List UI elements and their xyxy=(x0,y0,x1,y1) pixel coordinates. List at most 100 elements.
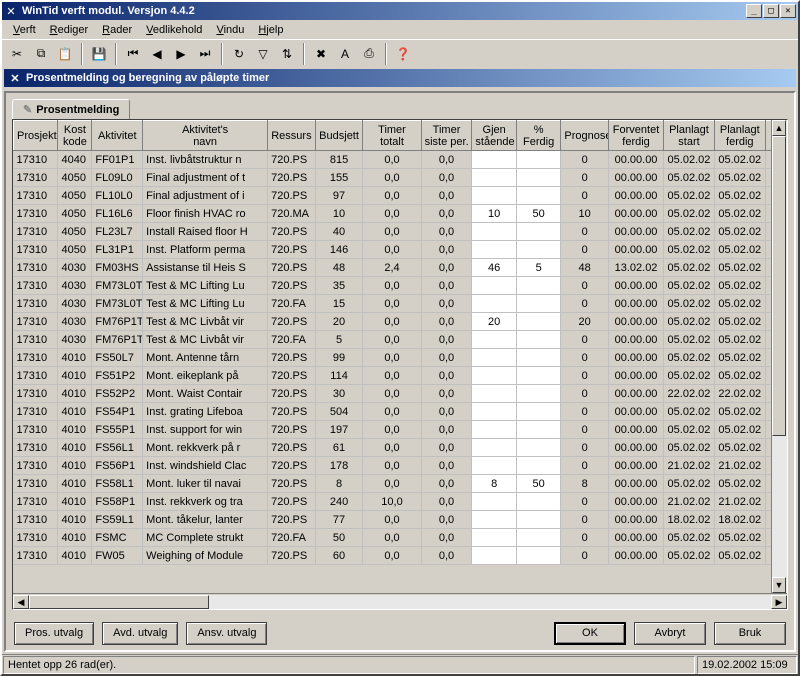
table-row[interactable]: 173104030FM73L0TTest & MC Lifting Lu720.… xyxy=(14,277,787,295)
cell[interactable] xyxy=(516,529,560,547)
prev-icon[interactable]: ◀ xyxy=(146,43,168,65)
table-row[interactable]: 173104050FL23L7Install Raised floor H720… xyxy=(14,223,787,241)
cell[interactable] xyxy=(472,331,516,349)
col-header[interactable]: Kostkode xyxy=(58,121,92,151)
scroll-up-icon[interactable]: ▲ xyxy=(772,120,786,136)
table-row[interactable]: 173104010FS56L1Mont. rekkverk på r720.PS… xyxy=(14,439,787,457)
first-icon[interactable]: ⏮ xyxy=(122,43,144,65)
table-row[interactable]: 173104010FW05Weighing of Module720.PS600… xyxy=(14,547,787,565)
menu-rediger[interactable]: Rediger xyxy=(43,22,96,38)
cell[interactable] xyxy=(516,223,560,241)
bruk-button[interactable]: Bruk xyxy=(714,622,786,645)
table-row[interactable]: 173104050FL16L6Floor finish HVAC ro720.M… xyxy=(14,205,787,223)
cell[interactable]: 46 xyxy=(472,259,516,277)
scroll-thumb-v[interactable] xyxy=(772,136,786,436)
table-row[interactable]: 173104030FM73L0TTest & MC Lifting Lu720.… xyxy=(14,295,787,313)
cell[interactable] xyxy=(516,349,560,367)
cell[interactable] xyxy=(472,169,516,187)
scroll-down-icon[interactable]: ▼ xyxy=(772,577,786,593)
filter-icon[interactable]: ▽ xyxy=(252,43,274,65)
cell[interactable] xyxy=(472,295,516,313)
table-row[interactable]: 173104010FS54P1Inst. grating Lifeboa720.… xyxy=(14,403,787,421)
cell[interactable] xyxy=(516,151,560,169)
scroll-left-icon[interactable]: ◀ xyxy=(13,595,29,609)
refresh-icon[interactable]: ↻ xyxy=(228,43,250,65)
col-header[interactable]: Timersiste per. xyxy=(421,121,472,151)
col-header[interactable]: %Ferdig xyxy=(516,121,560,151)
cell[interactable]: 8 xyxy=(472,475,516,493)
cut-icon[interactable]: ✂ xyxy=(6,43,28,65)
col-header[interactable]: Budsjett xyxy=(315,121,363,151)
cell[interactable] xyxy=(516,169,560,187)
copy-icon[interactable]: ⧉ xyxy=(30,43,52,65)
table-row[interactable]: 173104050FL09L0Final adjustment of t720.… xyxy=(14,169,787,187)
cell[interactable] xyxy=(516,331,560,349)
cell[interactable] xyxy=(516,439,560,457)
cell[interactable] xyxy=(516,313,560,331)
ok-button[interactable]: OK xyxy=(554,622,626,645)
col-header[interactable]: Planlagtferdig xyxy=(714,121,765,151)
cell[interactable] xyxy=(516,295,560,313)
scroll-right-icon[interactable]: ▶ xyxy=(771,595,787,609)
table-row[interactable]: 173104010FS56P1Inst. windshield Clac720.… xyxy=(14,457,787,475)
col-header[interactable]: Planlagtstart xyxy=(664,121,715,151)
table-row[interactable]: 173104030FM03HSAssistanse til Heis S720.… xyxy=(14,259,787,277)
cell[interactable] xyxy=(472,493,516,511)
cell[interactable] xyxy=(472,223,516,241)
table-row[interactable]: 173104050FL10L0Final adjustment of i720.… xyxy=(14,187,787,205)
cell[interactable] xyxy=(516,403,560,421)
col-header[interactable]: Aktivitet'snavn xyxy=(143,121,268,151)
pros-utvalg-button[interactable]: Pros. utvalg xyxy=(14,622,94,645)
save-icon[interactable]: 💾 xyxy=(88,43,110,65)
cell[interactable]: 5 xyxy=(516,259,560,277)
cell[interactable] xyxy=(472,529,516,547)
cell[interactable] xyxy=(516,277,560,295)
table-row[interactable]: 173104030FM76P1TTest & MC Livbåt vir720.… xyxy=(14,313,787,331)
paste-icon[interactable]: 📋 xyxy=(54,43,76,65)
cell[interactable] xyxy=(472,385,516,403)
table-row[interactable]: 173104010FS52P2Mont. Waist Contair720.PS… xyxy=(14,385,787,403)
cell[interactable] xyxy=(516,187,560,205)
cell[interactable] xyxy=(516,511,560,529)
ansv-utvalg-button[interactable]: Ansv. utvalg xyxy=(186,622,267,645)
vertical-scrollbar[interactable]: ▲ ▼ xyxy=(771,120,787,593)
table-row[interactable]: 173104040FF01P1Inst. livbåtstruktur n720… xyxy=(14,151,787,169)
cell[interactable] xyxy=(472,367,516,385)
avbryt-button[interactable]: Avbryt xyxy=(634,622,706,645)
table-row[interactable]: 173104030FM76P1TTest & MC Livbåt vir720.… xyxy=(14,331,787,349)
col-header[interactable]: Forventetferdig xyxy=(609,121,664,151)
cell[interactable] xyxy=(516,493,560,511)
sort-icon[interactable]: ⇅ xyxy=(276,43,298,65)
col-header[interactable]: Gjenstående xyxy=(472,121,516,151)
table-row[interactable]: 173104050FL31P1Inst. Platform perma720.P… xyxy=(14,241,787,259)
minimize-button[interactable]: _ xyxy=(746,4,762,18)
help-icon[interactable]: ❓ xyxy=(392,43,414,65)
table-row[interactable]: 173104010FS55P1Inst. support for win720.… xyxy=(14,421,787,439)
cell[interactable]: 50 xyxy=(516,475,560,493)
cell[interactable] xyxy=(472,187,516,205)
col-header[interactable]: Prosjekt xyxy=(14,121,58,151)
cell[interactable] xyxy=(472,151,516,169)
cell[interactable] xyxy=(472,349,516,367)
table-row[interactable]: 173104010FS58P1Inst. rekkverk og tra720.… xyxy=(14,493,787,511)
horizontal-scrollbar[interactable]: ◀ ▶ xyxy=(13,593,787,609)
table-row[interactable]: 173104010FS58L1Mont. luker til navai720.… xyxy=(14,475,787,493)
cell[interactable] xyxy=(516,385,560,403)
cell[interactable] xyxy=(472,421,516,439)
menu-hjelp[interactable]: Hjelp xyxy=(251,22,290,38)
tab-prosentmelding[interactable]: ✎ Prosentmelding xyxy=(12,99,130,119)
cell[interactable]: 20 xyxy=(472,313,516,331)
cell[interactable] xyxy=(516,367,560,385)
print-icon[interactable]: ⎙ xyxy=(358,43,380,65)
col-header[interactable]: Prognose xyxy=(561,121,609,151)
cell[interactable] xyxy=(472,241,516,259)
next-icon[interactable]: ▶ xyxy=(170,43,192,65)
table-row[interactable]: 173104010FS50L7Mont. Antenne tårn720.PS9… xyxy=(14,349,787,367)
cell[interactable] xyxy=(472,511,516,529)
last-icon[interactable]: ⏭ xyxy=(194,43,216,65)
menu-vindu[interactable]: Vindu xyxy=(209,22,251,38)
data-grid[interactable]: ProsjektKostkodeAktivitetAktivitet'snavn… xyxy=(13,120,787,593)
cell[interactable] xyxy=(516,421,560,439)
table-row[interactable]: 173104010FSMCMC Complete strukt720.FA500… xyxy=(14,529,787,547)
cell[interactable] xyxy=(472,439,516,457)
